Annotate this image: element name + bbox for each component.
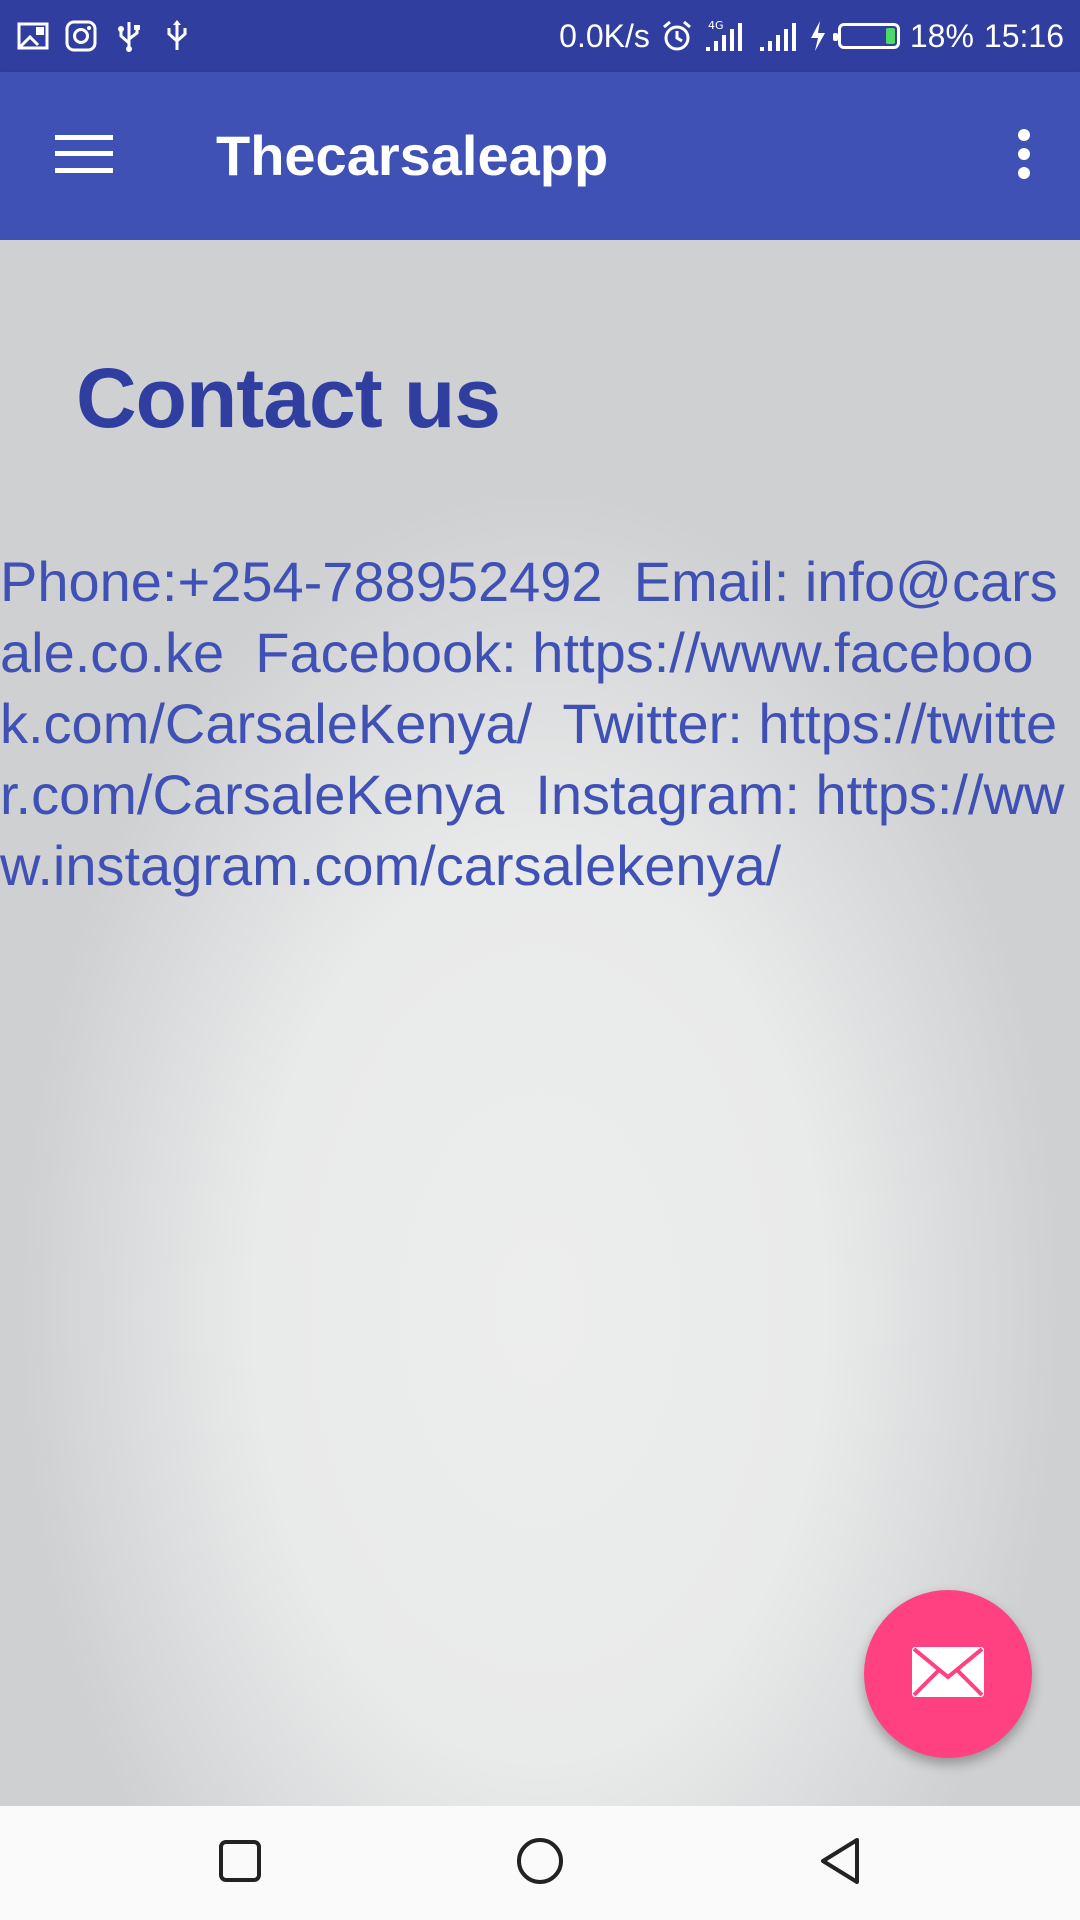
home-icon	[515, 1836, 565, 1891]
instagram-icon	[64, 19, 98, 53]
status-left-icons	[16, 19, 194, 53]
alarm-icon	[660, 19, 694, 53]
clock: 15:16	[983, 17, 1064, 54]
system-nav-bar	[0, 1806, 1080, 1920]
picture-icon	[16, 19, 50, 53]
app-title: Thecarsaleapp	[216, 124, 609, 187]
hamburger-menu-icon	[55, 134, 113, 179]
signal-icon	[758, 19, 798, 53]
battery-icon	[832, 23, 900, 49]
battery-level	[885, 28, 895, 44]
page-heading: Contact us	[76, 351, 501, 445]
signal-4g-icon: 4G	[704, 19, 748, 53]
screen: 0.0K/s 4G 18% 15:16 Thecarsaleapp Contac…	[0, 0, 1080, 1920]
back-button[interactable]	[795, 1828, 885, 1898]
recent-apps-icon	[218, 1839, 262, 1888]
status-right: 0.0K/s 4G 18% 15:16	[559, 18, 1064, 55]
usb-icon	[160, 19, 194, 53]
email-fab-button[interactable]	[864, 1590, 1032, 1758]
envelope-icon	[910, 1645, 986, 1704]
charging-icon	[808, 19, 828, 53]
content-area: Contact us Phone:+254-788952492 Email: i…	[0, 240, 1080, 1806]
recent-apps-button[interactable]	[195, 1828, 285, 1898]
app-bar: Thecarsaleapp	[0, 72, 1080, 240]
svg-text:4G: 4G	[708, 19, 724, 32]
network-speed: 0.0K/s	[559, 17, 650, 54]
status-bar: 0.0K/s 4G 18% 15:16	[0, 0, 1080, 72]
navigation-drawer-button[interactable]	[40, 116, 128, 196]
more-vert-icon	[1016, 128, 1032, 185]
home-button[interactable]	[495, 1828, 585, 1898]
battery-percent: 18%	[909, 17, 974, 54]
usb-icon	[112, 19, 146, 53]
back-icon	[817, 1836, 863, 1891]
overflow-menu-button[interactable]	[992, 116, 1056, 196]
contact-details-text: Phone:+254-788952492 Email: info@carsale…	[0, 550, 1065, 897]
